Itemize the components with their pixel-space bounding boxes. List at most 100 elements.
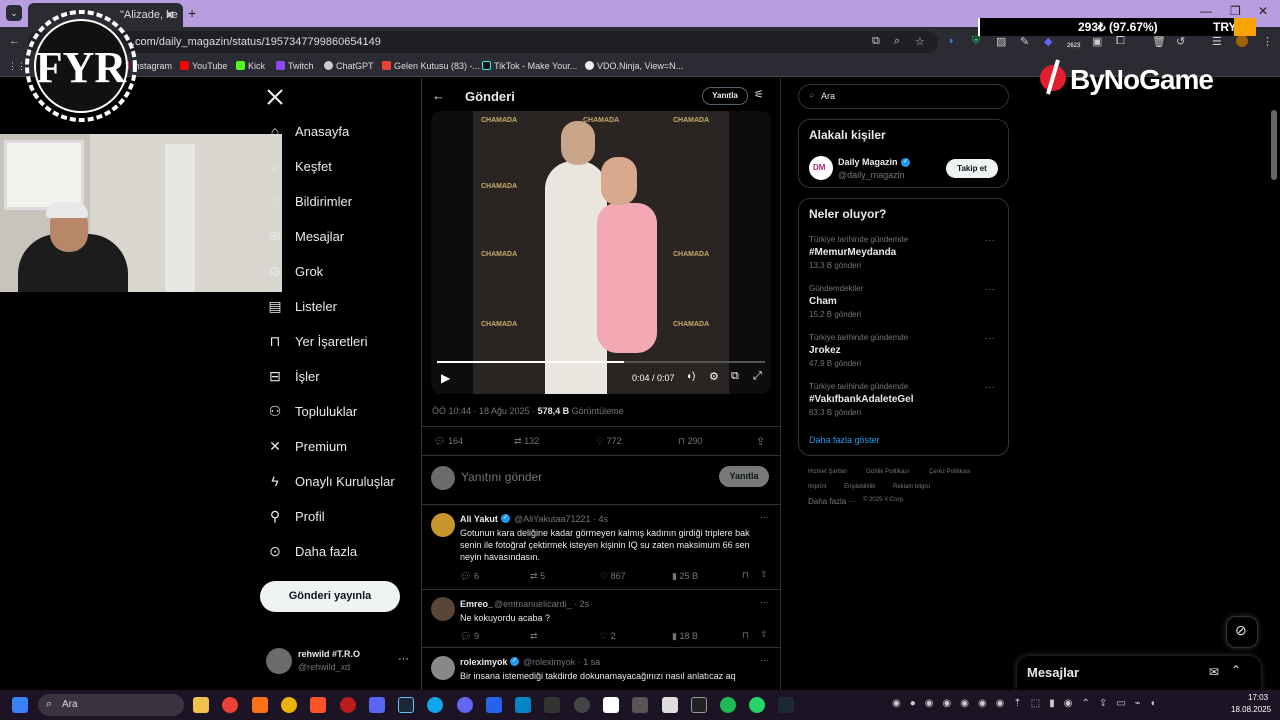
taskbar-search[interactable]: ⌕ Ara: [38, 694, 184, 716]
file-explorer-icon[interactable]: [193, 697, 209, 713]
install-icon[interactable]: ⧉: [872, 35, 880, 48]
app-icon-orange[interactable]: [252, 697, 268, 713]
show-more-link[interactable]: Daha fazla göster: [809, 435, 880, 445]
views-action[interactable]: ▮ 18 B: [672, 631, 698, 642]
more-icon[interactable]: ···: [985, 235, 995, 246]
person-name[interactable]: Daily Magazin: [838, 157, 898, 167]
epic-games-icon[interactable]: [544, 697, 560, 713]
like-action[interactable]: ♡ 867: [600, 571, 626, 582]
repost-action[interactable]: ⇄ 132: [514, 436, 539, 447]
more-icon[interactable]: ···: [985, 382, 995, 393]
fullscreen-icon[interactable]: ⤢: [753, 370, 762, 383]
bookmark-vdoninja[interactable]: VDO.Ninja, View=N...: [585, 61, 683, 71]
reply-submit-button[interactable]: Yanıtla: [719, 466, 769, 487]
more-icon[interactable]: ⋮: [1262, 35, 1273, 48]
close-window-button[interactable]: ✕: [1258, 4, 1268, 18]
trend-item[interactable]: Türkiye tarihinde gündemde #VakıfbankAda…: [809, 382, 999, 417]
app-icon-dark[interactable]: [632, 697, 648, 713]
reply-tweet[interactable]: Emreo_ @emmanuelicardi_ · 2s ··· Ne koku…: [422, 590, 780, 647]
views-action[interactable]: ▮ 25 B: [672, 571, 698, 582]
extension-icon-2[interactable]: ✎: [1020, 35, 1029, 48]
app-icon-blue[interactable]: [457, 697, 473, 713]
close-icon[interactable]: ✕: [165, 8, 175, 22]
grok-button[interactable]: ⊘: [1226, 616, 1258, 648]
like-action[interactable]: ♡ 2: [600, 631, 616, 642]
new-tab-button[interactable]: +: [188, 5, 196, 21]
settings-icon[interactable]: ⚙: [709, 370, 719, 383]
windows-start-icon[interactable]: [12, 697, 28, 713]
account-switcher[interactable]: rehwild #T.R.O @rehwild_xd ···: [266, 646, 416, 676]
footer-link[interactable]: Reklam bilgisi: [893, 484, 930, 490]
more-icon[interactable]: ···: [760, 597, 769, 607]
trend-item[interactable]: Türkiye tarihinde gündemde #MemurMeydand…: [809, 235, 999, 270]
steam-icon[interactable]: [398, 697, 414, 713]
maximize-button[interactable]: ❐: [1230, 4, 1241, 18]
new-message-icon[interactable]: ✉: [1209, 665, 1219, 679]
trash-icon[interactable]: 🗑: [1152, 35, 1166, 48]
steam-app-icon[interactable]: [778, 697, 794, 713]
footer-link[interactable]: Gizlilik Politikası: [866, 469, 909, 475]
more-icon[interactable]: ···: [760, 655, 769, 665]
more-icon[interactable]: ···: [760, 512, 769, 522]
mail-app-icon[interactable]: [486, 697, 502, 713]
history-icon[interactable]: ↺: [1176, 35, 1185, 48]
whatsapp-icon[interactable]: [749, 697, 765, 713]
address-bar[interactable]: .com/daily_magazin/status/19573477998606…: [28, 31, 938, 53]
reply-tweet[interactable]: Ali Yakut ✓ @AliYakutaa71221 · 4s ··· Go…: [422, 505, 780, 589]
pip-icon[interactable]: ⧉: [731, 370, 739, 383]
bookmark-chatgpt[interactable]: ChatGPT: [324, 61, 374, 71]
footer-link[interactable]: Imprint: [808, 484, 826, 490]
app-icon-white[interactable]: [662, 697, 678, 713]
repost-action[interactable]: ⇄: [530, 631, 538, 642]
bookmark-kick[interactable]: Kick: [236, 61, 265, 71]
bookmark-icon[interactable]: ⊓: [742, 630, 749, 641]
trend-item[interactable]: Türkiye tarihinde gündemde Jrokez 47,9 B…: [809, 333, 999, 368]
back-arrow-icon[interactable]: ←: [432, 88, 445, 103]
brave-icon[interactable]: [310, 697, 326, 713]
bookmark-twitch[interactable]: Twitch: [276, 61, 314, 71]
tray-icons[interactable]: ◉●◉◉◉◉◉⇡⬚▮◉⌃⇪▭⌁◖: [892, 698, 1165, 709]
post-button[interactable]: Gönderi yayınla: [260, 581, 400, 612]
play-icon[interactable]: ▶: [441, 371, 450, 385]
zoom-icon[interactable]: ⌕: [894, 35, 900, 48]
share-icon[interactable]: ⇪: [760, 569, 768, 580]
expand-icon[interactable]: ⌃: [1231, 663, 1241, 677]
reply-chip[interactable]: Yanıtla: [702, 87, 748, 105]
share-icon[interactable]: ⇪: [756, 435, 765, 448]
bookmark-icon[interactable]: ⊓: [742, 570, 749, 581]
clock-time[interactable]: 17:03: [1248, 693, 1268, 702]
bookmark-tiktok[interactable]: TikTok - Make Your...: [482, 61, 577, 71]
footer-link[interactable]: Çerez Politikası: [929, 469, 971, 475]
share-icon[interactable]: ⇪: [760, 629, 768, 640]
app-icon-red[interactable]: [340, 697, 356, 713]
capcut-icon[interactable]: [603, 697, 619, 713]
video-player[interactable]: CHAMADA CHAMADA CHAMADA CHAMADA CHAMADA …: [431, 111, 771, 394]
repost-action[interactable]: ⇄ 5: [530, 571, 545, 582]
calendar-icon[interactable]: [515, 697, 531, 713]
sliders-icon[interactable]: ⚟: [754, 88, 764, 101]
page-scrollbar[interactable]: [1271, 110, 1277, 180]
extension-icon[interactable]: ◗: [948, 35, 955, 47]
reply-tweet[interactable]: roleximyok ✓ @roleximyok · 1 sa ··· Bir …: [422, 648, 780, 690]
like-action[interactable]: ♡ 772: [596, 436, 622, 447]
more-icon[interactable]: ···: [985, 284, 995, 295]
edge-icon[interactable]: [427, 697, 443, 713]
image-icon[interactable]: ▨: [996, 35, 1006, 48]
bookmark-youtube[interactable]: YouTube: [180, 61, 227, 71]
footer-link[interactable]: Daha fazla ···: [808, 497, 856, 506]
bookmark-gmail[interactable]: Gelen Kutusu (83) -...: [382, 61, 480, 71]
shield-icon[interactable]: ⛨: [972, 35, 980, 48]
reply-input[interactable]: Yanıtını gönder: [461, 470, 542, 484]
messages-drawer[interactable]: Mesajlar ✉ ⌃: [1017, 656, 1261, 690]
video-progress-track[interactable]: [437, 361, 765, 363]
search-app-icon[interactable]: [281, 697, 297, 713]
chrome-icon[interactable]: [222, 697, 238, 713]
footer-link[interactable]: Erişilebilirlik: [844, 484, 875, 490]
discord-icon[interactable]: [369, 697, 385, 713]
more-icon[interactable]: ···: [985, 333, 995, 344]
more-icon[interactable]: ···: [398, 653, 409, 665]
extension-icon-4[interactable]: ▣: [1092, 35, 1102, 48]
avatar[interactable]: DM: [809, 156, 833, 180]
minimize-button[interactable]: —: [1200, 4, 1212, 18]
spotify-icon[interactable]: [720, 697, 736, 713]
